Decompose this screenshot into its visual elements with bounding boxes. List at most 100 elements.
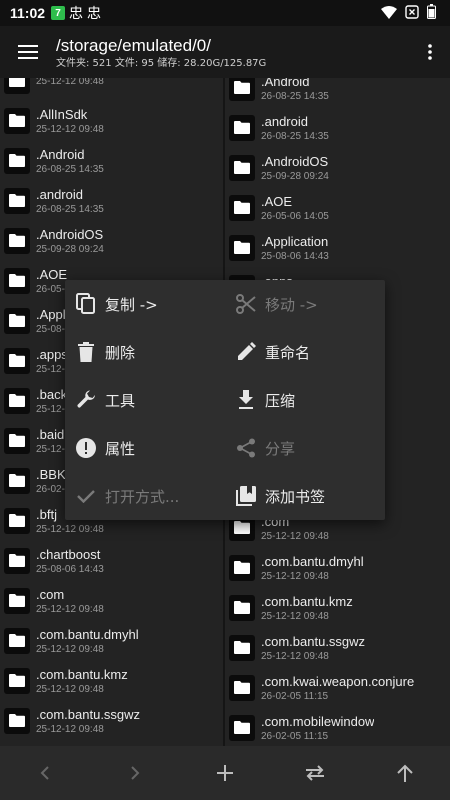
copy-menu-item[interactable]: 复制 ->	[65, 280, 225, 328]
file-row[interactable]: .android 26-08-25 14:35	[0, 181, 223, 221]
file-text: .com.bantu.dmyhl 25-12-12 09:48	[36, 626, 139, 656]
file-date: 26-08-25 14:35	[261, 91, 329, 102]
file-row[interactable]: .AllInSdk 25-12-12 09:48	[0, 101, 223, 141]
properties-label: 属性	[105, 439, 136, 458]
file-row[interactable]: .AndroidOS 25-09-28 09:24	[0, 221, 223, 261]
app-toolbar: /storage/emulated/0/ 文件夹: 521 文件: 95 储存:…	[0, 26, 450, 78]
move-menu-item[interactable]: 移动 ->	[225, 280, 385, 328]
file-name: .android	[261, 114, 308, 129]
folder-icon	[4, 668, 30, 694]
folder-icon	[229, 115, 255, 141]
up-directory-button[interactable]	[380, 746, 430, 800]
check-icon	[75, 485, 97, 507]
back-button[interactable]	[20, 746, 70, 800]
open-with-menu-item[interactable]: 打开方式...	[65, 472, 225, 520]
file-date: 25-12-12 09:48	[36, 124, 104, 135]
copy-label: 复制 ->	[105, 295, 158, 314]
more-options-button[interactable]	[410, 26, 450, 78]
compress-menu-item[interactable]: 压缩	[225, 376, 385, 424]
folder-icon	[4, 548, 30, 574]
folder-icon	[229, 195, 255, 221]
notification-glyph: 忠	[87, 6, 102, 22]
add-bookmark-label: 添加书签	[265, 487, 326, 506]
add-button[interactable]	[200, 746, 250, 800]
file-name: .com.mobilewindow	[261, 714, 375, 729]
file-date: 25-12-12 09:48	[261, 571, 329, 582]
file-row[interactable]: .com.bantu.ssgwz 25-12-12 09:48	[0, 701, 223, 741]
file-name: .com	[36, 587, 65, 602]
delete-menu-item[interactable]: 删除	[65, 328, 225, 376]
bottom-navigation-bar	[0, 746, 450, 800]
file-row[interactable]: .Android 26-08-25 14:35	[0, 141, 223, 181]
file-row[interactable]: 25-12-12 09:48	[0, 78, 223, 101]
rename-menu-item[interactable]: 重命名	[225, 328, 385, 376]
file-name: .com.bantu.dmyhl	[36, 627, 139, 642]
notification-glyph: 忠	[69, 6, 84, 22]
file-row[interactable]: .com 25-12-12 09:48	[0, 581, 223, 621]
file-row[interactable]: .com.bantu.kmz 25-12-12 09:48	[225, 588, 450, 628]
file-text: .AOE 26-05-06 14:05	[261, 193, 329, 223]
share-menu-item[interactable]: 分享	[225, 424, 385, 472]
file-date: 25-12-12 09:48	[36, 724, 104, 735]
properties-menu-item[interactable]: 属性	[65, 424, 225, 472]
file-name: .com.bantu.kmz	[36, 667, 128, 682]
file-date: 26-02-05 11:15	[261, 731, 329, 742]
wifi-icon	[381, 4, 397, 23]
file-row[interactable]: .AOE 26-05-06 14:05	[225, 188, 450, 228]
file-row[interactable]: .com.bantu.dmyhl 25-12-12 09:48	[225, 548, 450, 588]
file-name: .AndroidOS	[261, 154, 329, 169]
file-row[interactable]: .android 26-08-25 14:35	[225, 108, 450, 148]
file-date: 25-09-28 09:24	[261, 171, 329, 182]
rename-label: 重命名	[265, 343, 311, 362]
folder-icon	[4, 428, 30, 454]
file-date: 25-12-12 09:48	[36, 644, 104, 655]
open-with-label: 打开方式...	[105, 487, 180, 506]
file-row[interactable]: .com.bantu.dmyhl 25-12-12 09:48	[0, 621, 223, 661]
folder-icon	[4, 188, 30, 214]
folder-icon	[229, 635, 255, 661]
trash-icon	[75, 341, 97, 363]
wrench-icon	[75, 389, 97, 411]
notification-icons: 7 忠 忠	[51, 3, 101, 23]
file-date: 25-08-06 14:43	[261, 251, 329, 262]
file-name: .AndroidOS	[36, 227, 104, 242]
hamburger-icon	[18, 45, 38, 59]
file-name: .chartboost	[36, 547, 101, 562]
file-row[interactable]: .Android 26-08-25 14:35	[225, 78, 450, 108]
file-row[interactable]: .Application 25-08-06 14:43	[225, 228, 450, 268]
folder-icon	[4, 78, 30, 94]
file-row[interactable]: .com.bantu.kmz 25-12-12 09:48	[0, 661, 223, 701]
file-row[interactable]: .AndroidOS 25-09-28 09:24	[225, 148, 450, 188]
file-text: .com.kwai.weapon.conjure 26-02-05 11:15	[261, 673, 414, 703]
file-name: .android	[36, 187, 83, 202]
file-name: .com.bantu.ssgwz	[261, 634, 366, 649]
folder-icon	[4, 708, 30, 734]
folder-icon	[4, 588, 30, 614]
swap-panes-button[interactable]	[290, 746, 340, 800]
file-date: 25-12-12 09:48	[36, 78, 104, 87]
folder-icon	[229, 675, 255, 701]
tools-menu-item[interactable]: 工具	[65, 376, 225, 424]
file-date: 26-08-25 14:35	[36, 204, 104, 215]
info-icon	[75, 437, 97, 459]
file-row[interactable]: .chartboost 25-08-06 14:43	[0, 541, 223, 581]
menu-button[interactable]	[0, 26, 56, 78]
file-row[interactable]: .com.bantu.ssgwz 25-12-12 09:48	[225, 628, 450, 668]
file-name: .AOE	[261, 194, 293, 209]
move-label: 移动 ->	[265, 295, 318, 314]
forward-button[interactable]	[110, 746, 160, 800]
folder-icon	[4, 508, 30, 534]
up-arrow-icon	[397, 764, 413, 782]
copy-icon	[75, 293, 97, 315]
file-row[interactable]: .com.mobilewindow 26-02-05 11:15	[225, 708, 450, 746]
file-text: .com.bantu.dmyhl 25-12-12 09:48	[261, 553, 364, 583]
file-date: 26-02-05 11:15	[261, 691, 329, 702]
file-text: .com.bantu.kmz 25-12-12 09:48	[261, 593, 353, 623]
add-bookmark-menu-item[interactable]: 添加书签	[225, 472, 385, 520]
file-date: 26-08-25 14:35	[261, 131, 329, 142]
status-bar: 11:02 7 忠 忠	[0, 0, 450, 26]
tools-label: 工具	[105, 391, 136, 410]
context-menu: 复制 -> 移动 -> 删除 重命名 工具 压缩 属性 分享 打开方式... 添…	[65, 280, 385, 520]
file-text: .Android 26-08-25 14:35	[261, 78, 329, 103]
file-row[interactable]: .com.kwai.weapon.conjure 26-02-05 11:15	[225, 668, 450, 708]
